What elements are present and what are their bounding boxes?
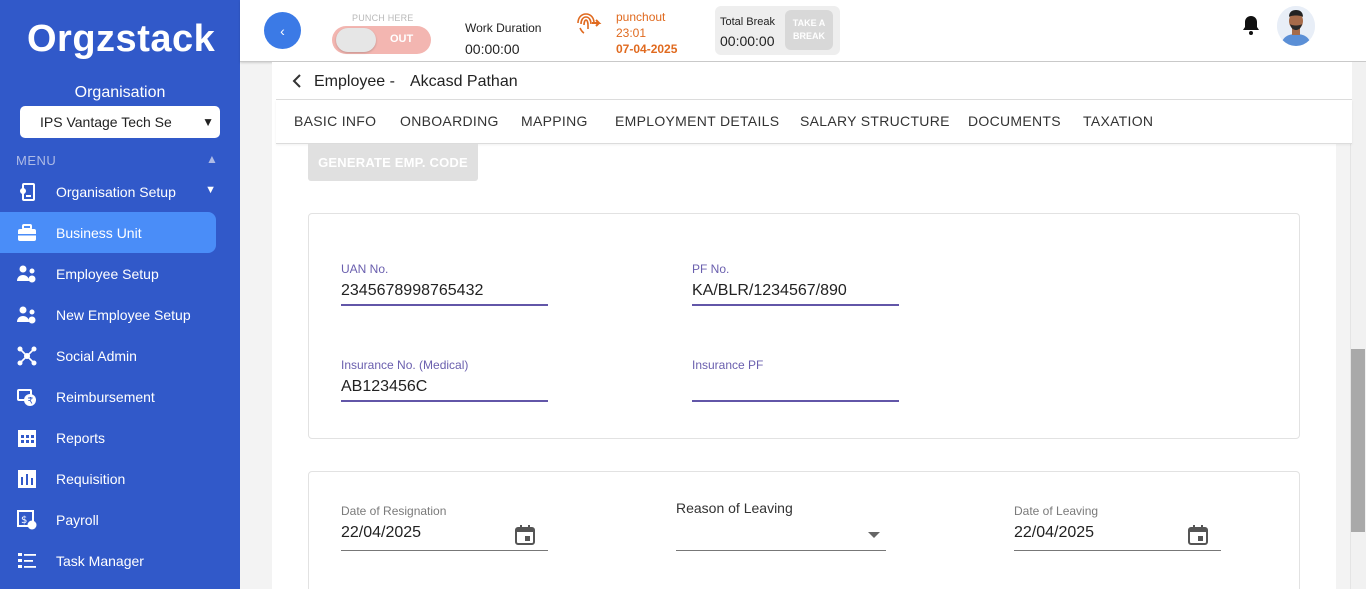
sidebar-item-label: Payroll bbox=[56, 511, 99, 528]
sidebar-item-social-admin[interactable]: Social Admin bbox=[0, 335, 216, 376]
separation-card: Date of Resignation 22/04/2025 Reason of… bbox=[308, 471, 1300, 589]
sidebar-item-label: Organisation Setup bbox=[56, 183, 176, 200]
work-duration-value: 00:00:00 bbox=[465, 41, 520, 57]
insurance-medical-label: Insurance No. (Medical) bbox=[341, 358, 469, 372]
total-break-value: 00:00:00 bbox=[720, 33, 775, 49]
sidebar-item-reports[interactable]: Reports bbox=[0, 417, 216, 458]
leaving-date-label: Date of Leaving bbox=[1014, 504, 1099, 518]
reimbursement-icon: ₹ bbox=[16, 387, 38, 407]
organisation-select-value: IPS Vantage Tech Se bbox=[40, 114, 172, 130]
calendar-icon[interactable] bbox=[514, 524, 536, 546]
punchout-date: 07-04-2025 bbox=[616, 42, 678, 56]
tab-employment-details[interactable]: EMPLOYMENT DETAILS bbox=[615, 113, 779, 129]
fingerprint-icon bbox=[575, 11, 603, 35]
punch-state: OUT bbox=[390, 33, 414, 45]
sidebar-item-label: Reimbursement bbox=[56, 388, 155, 405]
sidebar-item-label: Business Unit bbox=[56, 224, 142, 241]
insurance-pf-field[interactable]: Insurance PF bbox=[692, 358, 899, 402]
social-icon bbox=[16, 346, 38, 366]
punchout-time: 23:01 bbox=[616, 26, 647, 40]
employee-tabs: BASIC INFO ONBOARDING MAPPING EMPLOYMENT… bbox=[276, 100, 1352, 144]
sidebar-item-label: Requisition bbox=[56, 470, 126, 487]
chevron-down-icon: ▼ bbox=[205, 184, 216, 196]
insurance-pf-label: Insurance PF bbox=[692, 358, 764, 372]
sidebar: Orgzstack Organisation IPS Vantage Tech … bbox=[0, 0, 240, 589]
calendar-icon[interactable] bbox=[1187, 524, 1209, 546]
sidebar-item-task-manager[interactable]: Task Manager bbox=[0, 540, 216, 581]
collapse-sidebar-button[interactable]: ‹ bbox=[264, 12, 301, 49]
tab-salary-structure[interactable]: SALARY STRUCTURE bbox=[800, 113, 950, 129]
sidebar-item-label: Task Manager bbox=[56, 552, 144, 569]
generate-emp-code-button[interactable]: GENERATE EMP. CODE bbox=[308, 144, 478, 181]
chevron-down-icon: ▼ bbox=[202, 115, 214, 129]
tab-documents[interactable]: DOCUMENTS bbox=[968, 113, 1061, 129]
leaving-date-field[interactable]: Date of Leaving 22/04/2025 bbox=[1014, 504, 1221, 551]
total-break-panel: Total Break 00:00:00 TAKE A BREAK bbox=[715, 6, 840, 55]
menu-heading: MENU bbox=[16, 153, 57, 168]
pf-value: KA/BLR/1234567/890 bbox=[692, 282, 847, 299]
take-break-button[interactable]: TAKE A BREAK bbox=[785, 10, 833, 50]
sidebar-item-label: New Employee Setup bbox=[56, 306, 191, 323]
sidebar-item-business-unit[interactable]: Business Unit bbox=[0, 212, 216, 253]
tab-taxation[interactable]: TAXATION bbox=[1083, 113, 1153, 129]
tab-mapping[interactable]: MAPPING bbox=[521, 113, 588, 129]
sidebar-item-label: Reports bbox=[56, 429, 106, 446]
chevron-up-icon[interactable]: ▲ bbox=[206, 152, 218, 166]
requisition-icon bbox=[16, 469, 38, 489]
pf-field[interactable]: PF No. KA/BLR/1234567/890 bbox=[692, 262, 899, 306]
sidebar-item-payroll[interactable]: $ Payroll bbox=[0, 499, 216, 540]
punchout-label: punchout bbox=[616, 10, 666, 24]
dropdown-caret-icon bbox=[868, 532, 880, 538]
total-break-label: Total Break bbox=[720, 16, 776, 28]
new-employee-icon bbox=[16, 305, 38, 325]
employee-name: Akcasd Pathan bbox=[410, 73, 518, 90]
employee-setup-icon bbox=[16, 264, 38, 284]
user-avatar[interactable] bbox=[1277, 6, 1315, 46]
uan-label: UAN No. bbox=[341, 262, 389, 276]
svg-text:$: $ bbox=[21, 515, 27, 526]
sidebar-item-organisation-setup[interactable]: Organisation Setup ▼ bbox=[0, 171, 216, 212]
punch-toggle-knob bbox=[336, 28, 376, 52]
reports-icon bbox=[16, 428, 38, 448]
notification-bell-icon[interactable] bbox=[1240, 14, 1262, 36]
organisation-label: Organisation bbox=[74, 84, 166, 101]
sidebar-item-employee-setup[interactable]: Employee Setup bbox=[0, 253, 216, 294]
tab-basic-info[interactable]: BASIC INFO bbox=[294, 113, 376, 129]
tab-onboarding[interactable]: ONBOARDING bbox=[400, 113, 499, 129]
employee-header: Employee - Akcasd Pathan bbox=[276, 62, 1352, 100]
work-duration-label: Work Duration bbox=[465, 21, 542, 35]
insurance-medical-field[interactable]: Insurance No. (Medical) AB123456C bbox=[341, 358, 548, 402]
reason-of-leaving-select[interactable] bbox=[676, 504, 886, 551]
scrollbar-thumb[interactable] bbox=[1351, 349, 1365, 532]
sidebar-item-label: Social Admin bbox=[56, 347, 137, 364]
sidebar-item-requisition[interactable]: Requisition bbox=[0, 458, 216, 499]
uan-value: 2345678998765432 bbox=[341, 282, 484, 299]
statutory-card: UAN No. 2345678998765432 PF No. KA/BLR/1… bbox=[308, 213, 1300, 439]
sidebar-item-label: Employee Setup bbox=[56, 265, 159, 282]
organisation-select[interactable]: IPS Vantage Tech Se ▼ bbox=[20, 106, 220, 138]
task-icon bbox=[16, 551, 38, 571]
back-chevron-icon[interactable] bbox=[292, 74, 302, 91]
org-setup-icon bbox=[16, 182, 38, 202]
punch-here-label: PUNCH HERE bbox=[352, 13, 414, 23]
pf-label: PF No. bbox=[692, 262, 730, 276]
resignation-date-label: Date of Resignation bbox=[341, 504, 447, 518]
top-bar: ‹ PUNCH HERE OUT Work Duration 00:00:00 … bbox=[240, 0, 1366, 62]
sidebar-item-reimbursement[interactable]: ₹ Reimbursement bbox=[0, 376, 216, 417]
leaving-date-value: 22/04/2025 bbox=[1014, 524, 1095, 541]
sidebar-item-new-employee-setup[interactable]: New Employee Setup bbox=[0, 294, 216, 335]
employee-title: Employee - bbox=[314, 73, 395, 90]
resignation-date-value: 22/04/2025 bbox=[341, 524, 422, 541]
punch-toggle[interactable]: OUT bbox=[332, 26, 431, 54]
resignation-date-field[interactable]: Date of Resignation 22/04/2025 bbox=[341, 504, 548, 551]
uan-field[interactable]: UAN No. 2345678998765432 bbox=[341, 262, 548, 306]
svg-text:₹: ₹ bbox=[28, 396, 34, 406]
insurance-medical-value: AB123456C bbox=[341, 378, 428, 395]
briefcase-icon bbox=[16, 223, 38, 243]
payroll-icon: $ bbox=[16, 509, 38, 530]
app-logo: Orgzstack bbox=[27, 18, 216, 60]
